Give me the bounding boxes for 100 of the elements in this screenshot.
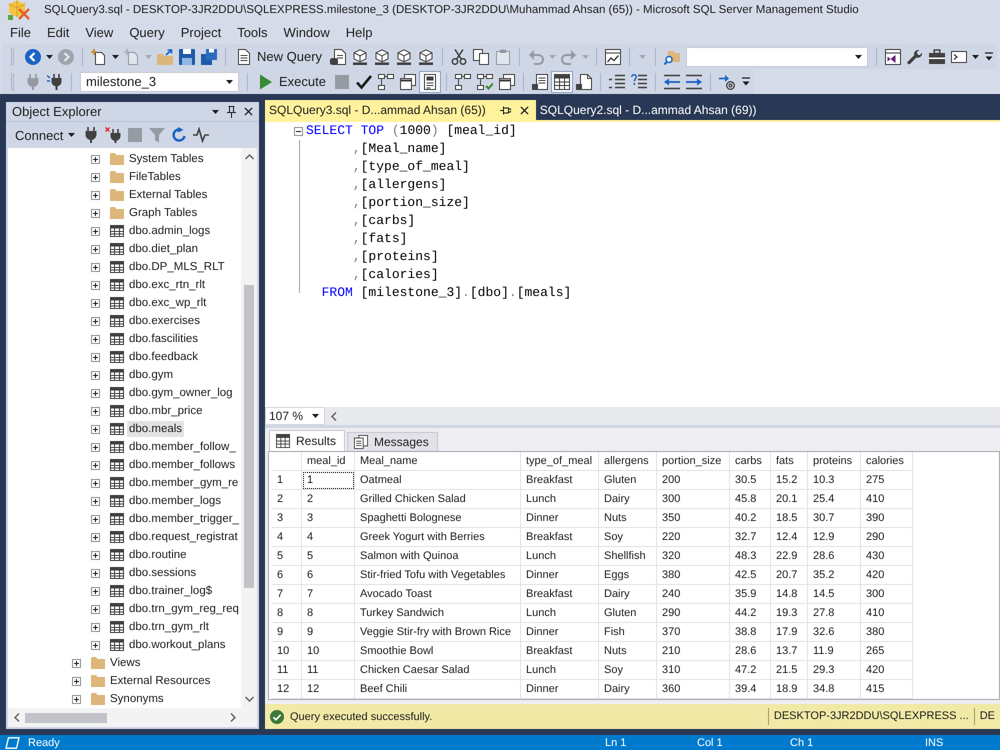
plus-box-icon[interactable] <box>91 352 100 362</box>
plus-box-icon[interactable] <box>91 460 100 470</box>
plus-box-icon[interactable] <box>91 586 100 596</box>
tree-item[interactable]: FileTables <box>127 169 183 185</box>
plus-box-icon[interactable] <box>91 208 100 218</box>
tree-item[interactable]: dbo.member_logs <box>127 493 224 509</box>
horizontal-scrollbar[interactable] <box>325 407 1000 425</box>
menu-item[interactable]: Window <box>276 21 338 43</box>
close-icon[interactable] <box>244 107 253 116</box>
menu-item[interactable]: Project <box>172 21 230 43</box>
menu-item[interactable]: File <box>2 21 39 43</box>
pin-icon[interactable] <box>227 106 236 118</box>
document-tab[interactable]: SQLQuery2.sql - D...ammad Ahsan (69)) <box>536 100 764 120</box>
plus-box-icon[interactable] <box>91 640 100 650</box>
plus-box-icon[interactable] <box>91 190 100 200</box>
results-tab[interactable]: Messages <box>347 432 438 451</box>
tree-item[interactable]: System Tables <box>127 151 206 167</box>
column-header[interactable]: allergens <box>599 452 657 471</box>
plus-box-icon[interactable] <box>72 658 81 668</box>
column-header[interactable]: portion_size <box>657 452 730 471</box>
intellisense-button[interactable] <box>418 70 441 92</box>
results-tab[interactable]: Results <box>269 430 346 451</box>
tree-item[interactable]: dbo.gym <box>127 367 176 383</box>
database-dropdown[interactable]: milestone_3 <box>80 72 239 92</box>
menu-item[interactable]: Tools <box>229 21 276 43</box>
tree-item[interactable]: dbo.mbr_price <box>127 403 205 419</box>
tree-item[interactable]: dbo.member_follow_ <box>127 439 238 455</box>
plus-box-icon[interactable] <box>91 262 100 272</box>
tree-item[interactable]: dbo.workout_plans <box>127 637 228 653</box>
tree-item[interactable]: dbo.trn_gym_rlt <box>127 619 211 635</box>
scroll-left-icon[interactable] <box>331 412 337 420</box>
new-query-button[interactable]: New Query <box>231 46 328 68</box>
plus-box-icon[interactable] <box>91 622 100 632</box>
plus-box-icon[interactable] <box>91 532 100 542</box>
pin-icon[interactable] <box>500 106 511 114</box>
tree-item[interactable]: dbo.request_registrat <box>127 529 240 545</box>
menu-item[interactable]: Edit <box>38 21 78 43</box>
menu-item[interactable]: Query <box>121 21 173 43</box>
plus-box-icon[interactable] <box>91 424 100 434</box>
minus-box-icon[interactable] <box>294 126 303 136</box>
tree-item[interactable]: dbo.routine <box>127 547 189 563</box>
plus-box-icon[interactable] <box>91 172 100 182</box>
tree-item[interactable]: dbo.admin_logs <box>127 223 212 239</box>
scrollbar-thumb[interactable] <box>25 712 107 722</box>
plus-box-icon[interactable] <box>91 604 100 614</box>
scroll-left-icon[interactable] <box>14 713 20 722</box>
scroll-up-icon[interactable] <box>244 154 254 160</box>
caret-icon[interactable] <box>212 110 219 114</box>
plus-box-icon[interactable] <box>91 496 100 506</box>
code-editor[interactable]: SELECT TOP (1000) [meal_id] ,[Meal_name] ,[type_of_meal] ,[allergens] ,[portion_size] ,[carbs] ,[fats] ,[proteins] ,[calories] FROM [milestone_3].[dbo].[meals] <box>265 120 1000 407</box>
plus-box-icon[interactable] <box>91 370 100 380</box>
column-header[interactable]: type_of_meal <box>521 452 599 471</box>
tree-item[interactable]: dbo.fascilities <box>127 331 200 347</box>
caret-icon[interactable] <box>46 54 53 58</box>
plus-box-icon[interactable] <box>91 406 100 416</box>
plus-box-icon[interactable] <box>91 298 100 308</box>
plus-box-icon[interactable] <box>91 226 100 236</box>
close-icon[interactable] <box>520 106 529 114</box>
plus-box-icon[interactable] <box>72 676 81 686</box>
tree-item[interactable]: External Tables <box>127 187 210 203</box>
plus-box-icon[interactable] <box>91 568 100 578</box>
zoom-dropdown[interactable]: 107 % <box>265 407 325 425</box>
tree-item[interactable]: dbo.trn_gym_reg_req <box>127 601 241 617</box>
plus-box-icon[interactable] <box>91 550 100 560</box>
tree-item[interactable]: Graph Tables <box>127 205 200 221</box>
plus-box-icon[interactable] <box>72 694 81 704</box>
tree-item[interactable]: dbo.member_gym_re <box>127 475 240 491</box>
tree-item[interactable]: dbo.exercises <box>127 313 202 329</box>
column-header[interactable]: Meal_name <box>355 452 521 471</box>
caret-icon[interactable] <box>112 54 119 58</box>
plus-box-icon[interactable] <box>91 316 100 326</box>
plus-box-icon[interactable] <box>91 334 100 344</box>
menu-item[interactable]: View <box>77 21 122 43</box>
find-combo-field[interactable] <box>686 46 868 66</box>
connect-menu-button[interactable]: Connect <box>10 124 80 146</box>
column-header[interactable]: fats <box>771 452 808 471</box>
tree-item[interactable]: dbo.diet_plan <box>127 241 200 257</box>
overflow-chevron-icon[interactable] <box>985 52 994 61</box>
column-header[interactable]: carbs <box>730 452 771 471</box>
tree-item[interactable]: Views <box>108 655 142 671</box>
overflow-chevron-icon[interactable] <box>742 77 750 86</box>
tree-item[interactable]: dbo.exc_wp_rlt <box>127 295 208 311</box>
column-header[interactable]: proteins <box>808 452 861 471</box>
caret-icon[interactable] <box>972 54 980 58</box>
plus-box-icon[interactable] <box>91 478 100 488</box>
menu-item[interactable]: Help <box>338 21 381 43</box>
scroll-down-icon[interactable] <box>244 696 254 702</box>
plus-box-icon[interactable] <box>91 280 100 290</box>
tree-item[interactable]: dbo.member_follows <box>127 457 238 473</box>
tree-item[interactable]: dbo.sessions <box>127 565 198 581</box>
tree-item[interactable]: dbo.feedback <box>127 349 200 365</box>
scroll-right-icon[interactable] <box>230 713 236 722</box>
tree-item[interactable]: External Resources <box>108 673 212 689</box>
tree-item[interactable]: dbo.trainer_log$ <box>127 583 214 599</box>
tree-item[interactable]: dbo.member_trigger_ <box>127 511 241 527</box>
plus-box-icon[interactable] <box>91 514 100 524</box>
plus-box-icon[interactable] <box>91 244 100 254</box>
horizontal-scrollbar[interactable] <box>8 708 257 727</box>
vertical-scrollbar[interactable] <box>241 148 257 708</box>
tree-item[interactable]: Synonyms <box>108 691 166 707</box>
